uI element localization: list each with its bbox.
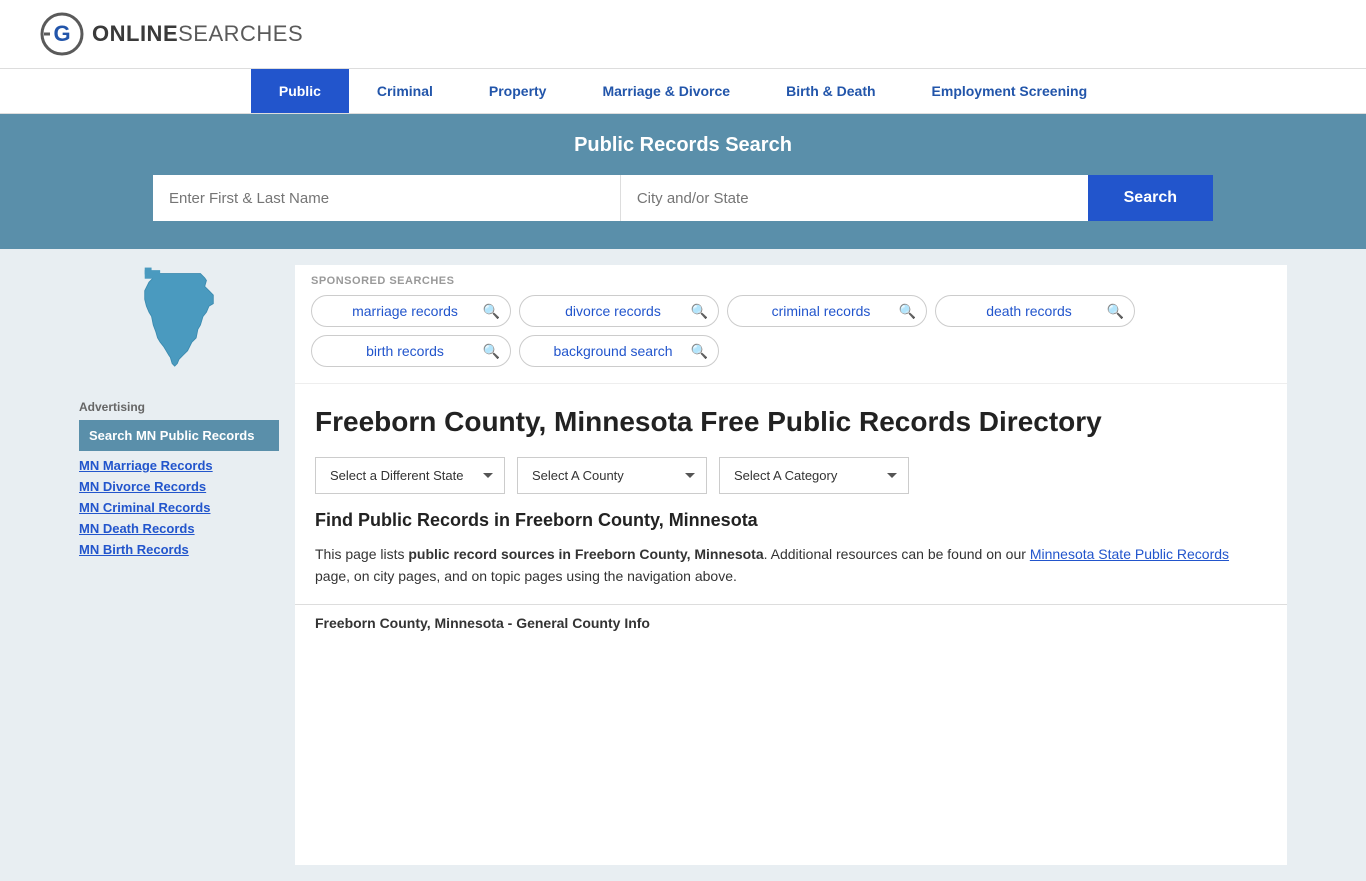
find-title: Find Public Records in Freeborn County, … (315, 510, 1267, 531)
find-description: This page lists public record sources in… (315, 543, 1267, 588)
search-pills: marriage records 🔍 divorce records 🔍 cri… (311, 295, 1271, 367)
sidebar-link-marriage[interactable]: MN Marriage Records (79, 455, 279, 476)
logo[interactable]: G ONLINESEARCHES (40, 12, 303, 56)
find-text-suffix: . Additional resources can be found on o… (764, 546, 1030, 562)
pill-marriage-label: marriage records (352, 303, 458, 319)
search-button[interactable]: Search (1088, 175, 1213, 221)
pill-death-records[interactable]: death records 🔍 (935, 295, 1135, 327)
sidebar: Advertising Search MN Public Records MN … (79, 265, 279, 865)
search-icon-6: 🔍 (691, 343, 708, 360)
logo-icon: G (40, 12, 84, 56)
main-nav: Public Criminal Property Marriage & Divo… (0, 69, 1366, 114)
county-info-heading: Freeborn County, Minnesota - General Cou… (295, 604, 1287, 641)
content-area: SPONSORED SEARCHES marriage records 🔍 di… (295, 265, 1287, 865)
pill-divorce-records[interactable]: divorce records 🔍 (519, 295, 719, 327)
sidebar-link-death[interactable]: MN Death Records (79, 518, 279, 539)
nav-item-marriage-divorce[interactable]: Marriage & Divorce (574, 69, 758, 113)
pill-divorce-label: divorce records (565, 303, 661, 319)
site-header: G ONLINESEARCHES (0, 0, 1366, 69)
county-dropdown[interactable]: Select A County (517, 457, 707, 494)
sidebar-link-birth[interactable]: MN Birth Records (79, 539, 279, 560)
name-input[interactable] (153, 175, 621, 221)
nav-item-birth-death[interactable]: Birth & Death (758, 69, 903, 113)
search-bar: Search (153, 175, 1213, 221)
page-header: Freeborn County, Minnesota Free Public R… (295, 384, 1287, 449)
location-input[interactable] (621, 175, 1088, 221)
nav-item-employment[interactable]: Employment Screening (904, 69, 1116, 113)
state-dropdown[interactable]: Select a Different State (315, 457, 505, 494)
sponsored-section: SPONSORED SEARCHES marriage records 🔍 di… (295, 265, 1287, 384)
main-container: Advertising Search MN Public Records MN … (63, 249, 1303, 881)
category-dropdown[interactable]: Select A Category (719, 457, 909, 494)
page-title: Freeborn County, Minnesota Free Public R… (315, 404, 1267, 439)
svg-text:G: G (53, 21, 70, 46)
find-text-bold: public record sources in Freeborn County… (408, 546, 763, 562)
find-text-prefix: This page lists (315, 546, 408, 562)
pill-criminal-records[interactable]: criminal records 🔍 (727, 295, 927, 327)
nav-item-criminal[interactable]: Criminal (349, 69, 461, 113)
hero-section: Public Records Search Search (0, 114, 1366, 249)
sidebar-link-divorce[interactable]: MN Divorce Records (79, 476, 279, 497)
logo-text: ONLINESEARCHES (92, 21, 303, 47)
sponsored-label: SPONSORED SEARCHES (311, 275, 1271, 287)
sidebar-link-criminal[interactable]: MN Criminal Records (79, 497, 279, 518)
search-icon-2: 🔍 (691, 303, 708, 320)
pill-birth-records[interactable]: birth records 🔍 (311, 335, 511, 367)
search-icon-3: 🔍 (899, 303, 916, 320)
search-icon-4: 🔍 (1107, 303, 1124, 320)
advertising-label: Advertising (79, 400, 279, 414)
minnesota-map-icon (124, 265, 234, 385)
nav-item-public[interactable]: Public (251, 69, 349, 113)
pill-criminal-label: criminal records (772, 303, 871, 319)
find-section: Find Public Records in Freeborn County, … (295, 510, 1287, 604)
mn-state-records-link[interactable]: Minnesota State Public Records (1030, 546, 1229, 562)
mn-map (79, 265, 279, 388)
search-icon-5: 🔍 (483, 343, 500, 360)
pill-birth-label: birth records (366, 343, 444, 359)
sidebar-active-link[interactable]: Search MN Public Records (79, 420, 279, 451)
nav-item-property[interactable]: Property (461, 69, 575, 113)
hero-title: Public Records Search (40, 134, 1326, 157)
search-icon-1: 🔍 (483, 303, 500, 320)
pill-death-label: death records (986, 303, 1072, 319)
find-text-end: page, on city pages, and on topic pages … (315, 568, 737, 584)
pill-background-label: background search (553, 343, 672, 359)
dropdowns-row: Select a Different State Select A County… (295, 449, 1287, 510)
pill-marriage-records[interactable]: marriage records 🔍 (311, 295, 511, 327)
pill-background-search[interactable]: background search 🔍 (519, 335, 719, 367)
